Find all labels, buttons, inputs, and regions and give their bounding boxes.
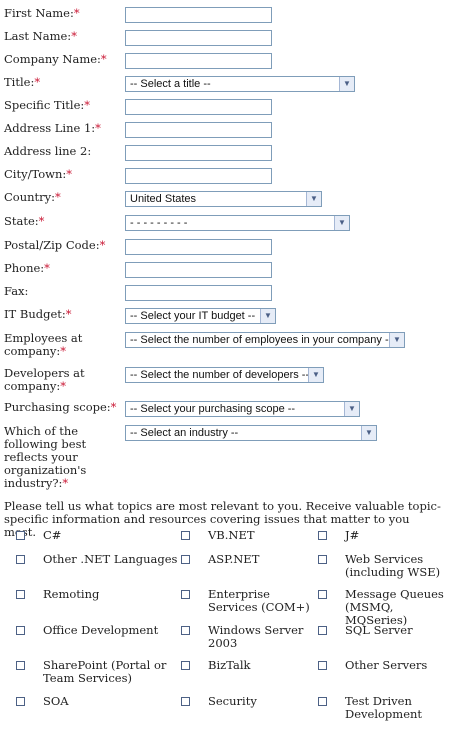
- fax-input[interactable]: [125, 285, 272, 301]
- title-label: Title:*: [4, 75, 41, 89]
- checkbox-other-net[interactable]: [16, 555, 25, 564]
- topic-office-development-label: Office Development: [43, 623, 159, 637]
- topic-remoting-label: Remoting: [43, 587, 100, 601]
- topic-other-servers-label: Other Servers: [345, 658, 428, 672]
- topic-sql-server-label: SQL Server: [345, 623, 413, 637]
- checkbox-sql-server[interactable]: [318, 626, 327, 635]
- last-name-input[interactable]: [125, 30, 272, 46]
- topic-soa-label: SOA: [43, 694, 69, 708]
- city-input[interactable]: [125, 168, 272, 184]
- employees-label: Employees at company:*: [4, 331, 83, 358]
- row-developers: Developers at company:* -- Select the num…: [4, 367, 446, 393]
- topic-web-services-label: Web Services (including WSE): [345, 552, 441, 579]
- row-state: State:* - - - - - - - - - ▼: [4, 215, 446, 231]
- postal-input[interactable]: [125, 239, 272, 255]
- last-name-label: Last Name:*: [4, 29, 77, 43]
- title-select[interactable]: -- Select a title -- ▼: [125, 76, 355, 92]
- row-industry: Which of the following best reflects you…: [4, 425, 446, 490]
- industry-label: Which of the following best reflects you…: [4, 424, 87, 490]
- topic-csharp-label: C#: [43, 528, 62, 542]
- checkbox-remoting[interactable]: [16, 590, 25, 599]
- address-line-1-input[interactable]: [125, 122, 272, 138]
- row-purchasing-scope: Purchasing scope:* -- Select your purcha…: [4, 401, 446, 417]
- first-name-input[interactable]: [125, 7, 272, 23]
- phone-input[interactable]: [125, 262, 272, 278]
- country-select[interactable]: United States ▼: [125, 191, 322, 207]
- state-select[interactable]: - - - - - - - - - ▼: [125, 215, 350, 231]
- checkbox-aspnet[interactable]: [181, 555, 190, 564]
- checkbox-office-development[interactable]: [16, 626, 25, 635]
- address-line-2-input[interactable]: [125, 145, 272, 161]
- checkbox-enterprise-services[interactable]: [181, 590, 190, 599]
- it-budget-select[interactable]: -- Select your IT budget -- ▼: [125, 308, 276, 324]
- phone-label: Phone:*: [4, 261, 50, 275]
- checkbox-security[interactable]: [181, 697, 190, 706]
- company-name-input[interactable]: [125, 53, 272, 69]
- checkbox-soa[interactable]: [16, 697, 25, 706]
- checkbox-test-driven-development[interactable]: [318, 697, 327, 706]
- employees-select[interactable]: -- Select the number of employees in you…: [125, 332, 405, 348]
- checkbox-jsharp[interactable]: [318, 531, 327, 540]
- city-label: City/Town:*: [4, 167, 73, 181]
- topic-biztalk-label: BizTalk: [208, 658, 251, 672]
- chevron-down-icon: ▼: [344, 402, 359, 416]
- topic-security-label: Security: [208, 694, 257, 708]
- topic-other-net-label: Other .NET Languages: [43, 552, 178, 566]
- checkbox-other-servers[interactable]: [318, 661, 327, 670]
- topic-enterprise-services-label: Enterprise Services (COM+): [208, 587, 310, 614]
- country-label: Country:*: [4, 190, 61, 204]
- checkbox-web-services[interactable]: [318, 555, 327, 564]
- checkbox-sharepoint[interactable]: [16, 661, 25, 670]
- chevron-down-icon: ▼: [308, 368, 323, 382]
- checkbox-csharp[interactable]: [16, 531, 25, 540]
- topic-windows-server-label: Windows Server 2003: [208, 623, 304, 650]
- row-it-budget: IT Budget:* -- Select your IT budget -- ▼: [4, 308, 446, 324]
- topic-vbnet-label: VB.NET: [208, 528, 255, 542]
- chevron-down-icon: ▼: [361, 426, 376, 440]
- it-budget-label: IT Budget:*: [4, 307, 72, 321]
- checkbox-biztalk[interactable]: [181, 661, 190, 670]
- purchasing-scope-select[interactable]: -- Select your purchasing scope -- ▼: [125, 401, 360, 417]
- developers-select[interactable]: -- Select the number of developers -- ▼: [125, 367, 324, 383]
- checkbox-windows-server-2003[interactable]: [181, 626, 190, 635]
- chevron-down-icon: ▼: [260, 309, 275, 323]
- specific-title-label: Specific Title:*: [4, 98, 91, 112]
- chevron-down-icon: ▼: [334, 216, 349, 230]
- specific-title-input[interactable]: [125, 99, 272, 115]
- address-line-1-label: Address Line 1:*: [4, 121, 101, 135]
- chevron-down-icon: ▼: [339, 77, 354, 91]
- address-line-2-label: Address line 2:: [4, 144, 92, 158]
- topic-aspnet-label: ASP.NET: [208, 552, 260, 566]
- chevron-down-icon: ▼: [306, 192, 321, 206]
- topic-message-queues-label: Message Queues (MSMQ, MQSeries): [345, 587, 444, 627]
- row-country: Country:* United States ▼: [4, 191, 446, 207]
- state-label: State:*: [4, 214, 45, 228]
- first-name-label: First Name:*: [4, 6, 80, 20]
- checkbox-message-queues[interactable]: [318, 590, 327, 599]
- checkbox-vbnet[interactable]: [181, 531, 190, 540]
- company-name-label: Company Name:*: [4, 52, 107, 66]
- topic-test-driven-development-label: Test Driven Development: [345, 694, 423, 721]
- topic-jsharp-label: J#: [345, 528, 360, 542]
- topic-sharepoint-label: SharePoint (Portal or Team Services): [43, 658, 167, 685]
- postal-label: Postal/Zip Code:*: [4, 238, 106, 252]
- developers-label: Developers at company:*: [4, 366, 85, 393]
- industry-select[interactable]: -- Select an industry -- ▼: [125, 425, 377, 441]
- chevron-down-icon: ▼: [389, 333, 404, 347]
- purchasing-scope-label: Purchasing scope:*: [4, 400, 117, 414]
- fax-label: Fax:: [4, 284, 29, 298]
- row-title: Title:* -- Select a title -- ▼: [4, 76, 446, 92]
- row-employees: Employees at company:* -- Select the numb…: [4, 332, 446, 358]
